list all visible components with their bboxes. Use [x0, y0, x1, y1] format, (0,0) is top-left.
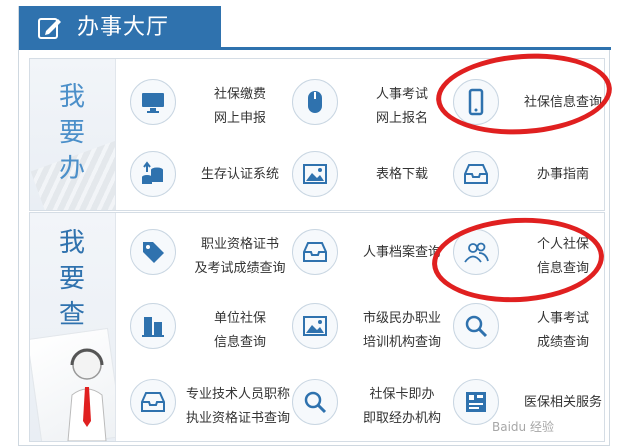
support-agent-illustration: [67, 348, 107, 441]
item-line: 人事考试: [536, 311, 589, 326]
item-line: 成绩查询: [536, 335, 589, 350]
section-query: 我要查 职业资格证书 及考试成绩查询 人事档案查询 个人社保 信息查询 单位社保 信息…: [29, 212, 605, 442]
grid-icon: [466, 392, 486, 412]
service-item-exam-register[interactable]: 人事考试 网上报名: [292, 69, 452, 139]
item-line: 社保信息查询: [523, 95, 602, 110]
edit-icon: [38, 18, 61, 39]
monitor-icon: [142, 93, 164, 113]
search-icon: [304, 391, 327, 414]
section-todo: 我要办 社保缴费网上申报 人事考试网上报名 社保信息查询 生存认证系统 表格下载…: [29, 58, 605, 211]
item-line: 办事指南: [536, 167, 589, 182]
inbox-icon: [141, 392, 165, 412]
item-line: 培训机构查询: [362, 335, 441, 350]
service-item-unit-social[interactable]: 单位社保 信息查询: [130, 293, 290, 363]
item-line: 网上申报: [213, 111, 266, 126]
service-item-exam-score[interactable]: 人事考试 成绩查询: [453, 293, 613, 363]
watermark: Baidu 经验: [492, 420, 554, 434]
service-item-guide[interactable]: 办事指南: [453, 141, 613, 211]
tag-icon: [143, 242, 164, 263]
users-icon: [464, 242, 489, 263]
item-line: 专业技术人员职称: [185, 387, 290, 402]
inbox-icon: [303, 242, 327, 262]
section-side-query: 我要查: [30, 213, 116, 441]
mouse-icon: [308, 91, 322, 113]
header-bar: 办事大厅: [19, 6, 611, 50]
item-line: 职业资格证书: [200, 237, 279, 252]
item-line: 生存认证系统: [200, 167, 279, 182]
item-line: 单位社保: [213, 311, 266, 326]
header-tab[interactable]: 办事大厅: [19, 6, 221, 50]
item-line: 个人社保: [536, 237, 589, 252]
service-item-form-download[interactable]: 表格下载: [292, 141, 452, 211]
item-line: 即取经办机构: [362, 411, 441, 426]
section-title-todo: 我要办: [58, 82, 85, 184]
item-line: 网上报名: [375, 111, 428, 126]
item-line: 人事考试: [375, 87, 428, 102]
section-title-query: 我要查: [58, 228, 85, 330]
item-line: 市级民办职业: [362, 311, 441, 326]
image-icon: [303, 316, 327, 336]
item-line: 表格下载: [375, 167, 428, 182]
coins-upload-icon: [142, 161, 163, 184]
item-line: 信息查询: [536, 261, 589, 276]
item-line: 执业资格证书查询: [185, 411, 290, 426]
building-icon: [142, 317, 164, 337]
search-icon: [465, 315, 488, 338]
page-title: 办事大厅: [77, 15, 170, 40]
service-item-social-fee[interactable]: 社保缴费 网上申报: [130, 69, 290, 139]
item-line: 社保卡即办: [369, 387, 435, 402]
service-item-cert-query[interactable]: 职业资格证书 及考试成绩查询: [130, 219, 290, 289]
service-item-personal-social[interactable]: 个人社保 信息查询: [453, 219, 613, 289]
section-side-todo: 我要办: [30, 59, 116, 210]
service-item-social-info[interactable]: 社保信息查询: [453, 69, 613, 139]
item-line: 社保缴费: [213, 87, 266, 102]
service-item-archive-query[interactable]: 人事档案查询: [292, 219, 452, 289]
inbox-icon: [464, 164, 488, 184]
phone-icon: [468, 88, 484, 116]
service-item-survival-auth[interactable]: 生存认证系统: [130, 141, 290, 211]
service-item-training-org[interactable]: 市级民办职业 培训机构查询: [292, 293, 452, 363]
image-icon: [303, 164, 327, 184]
service-item-card-office[interactable]: 社保卡即办即取经办机构: [292, 369, 452, 439]
item-line: 人事档案查询: [362, 245, 441, 260]
item-line: 医保相关服务: [523, 395, 602, 410]
item-line: 信息查询: [213, 335, 266, 350]
item-line: 及考试成绩查询: [194, 261, 286, 276]
service-item-title-cert[interactable]: 专业技术人员职称 执业资格证书查询: [130, 369, 290, 439]
service-hall-panel: 办事大厅 我要办 社保缴费 网上申报 人事考试 网上报名 社保信息查询 生存认证系统…: [18, 6, 615, 446]
